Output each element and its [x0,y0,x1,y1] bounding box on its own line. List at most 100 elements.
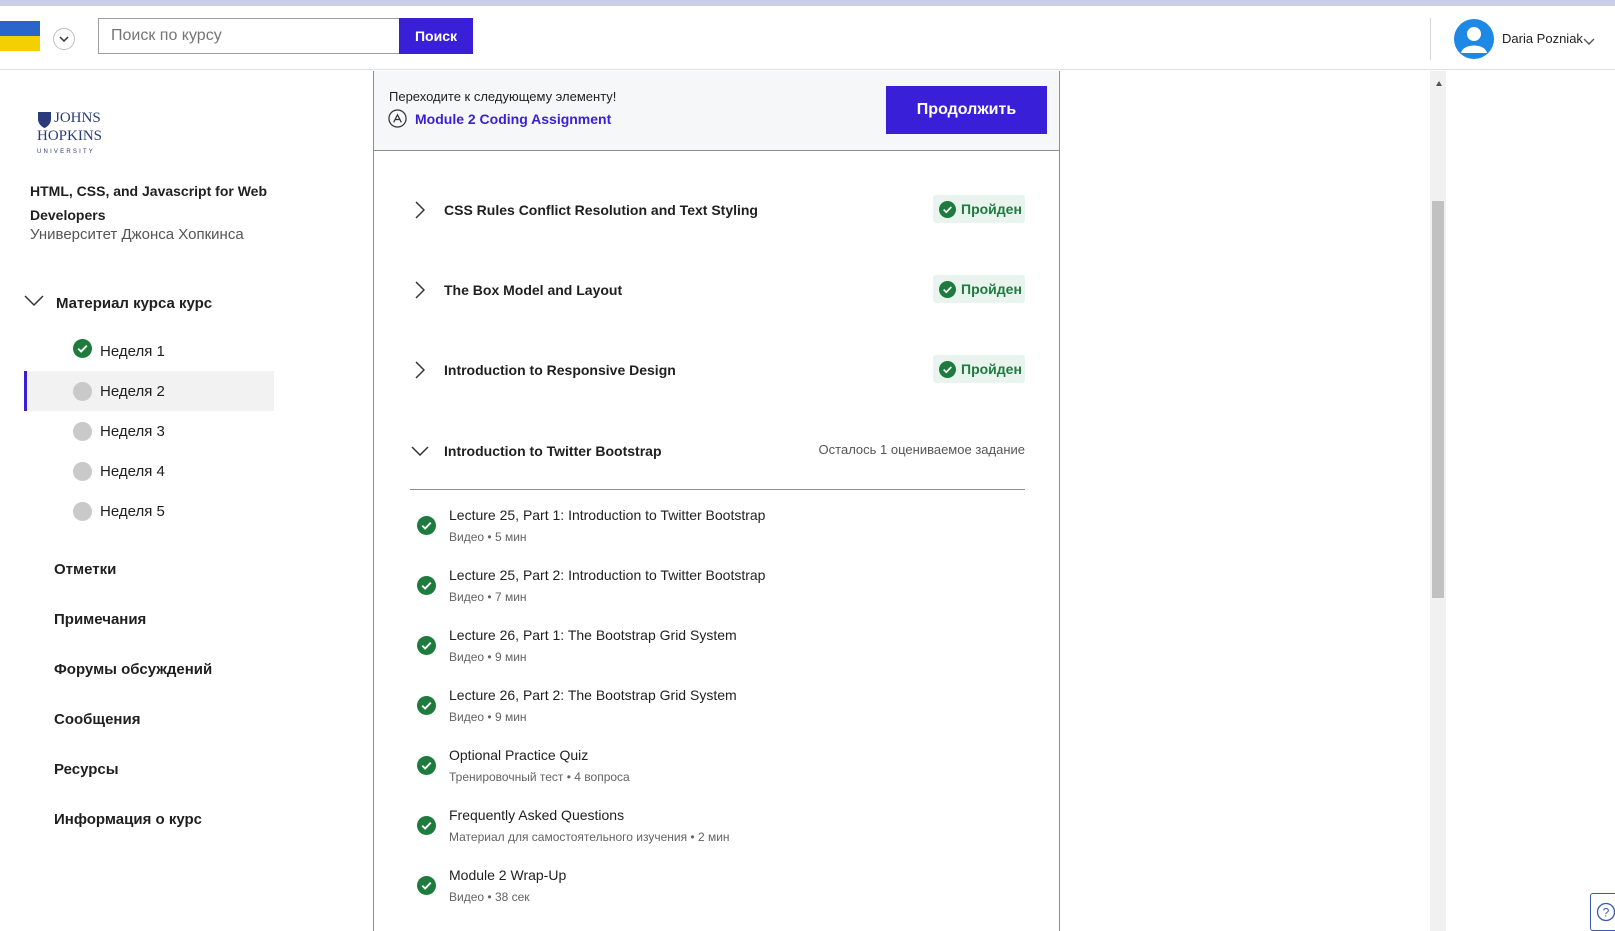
item-meta: Видео • 38 сек [449,890,530,904]
svg-text:HOPKINS: HOPKINS [37,128,102,144]
chevron-right-icon [410,200,430,220]
list-item[interactable]: Lecture 25, Part 1: Introduction to Twit… [417,507,1017,553]
next-item-prompt: Переходите к следующему элементу! [389,89,617,104]
item-meta: Материал для самостоятельного изучения •… [449,830,730,844]
sidebar-item-course-info[interactable]: Информация о курс [54,794,304,844]
pending-circle-icon [73,461,92,481]
status-badge: Пройден [933,195,1025,223]
check-circle-icon [417,876,436,895]
status-label: Пройден [961,281,1022,297]
check-circle-icon [417,636,436,655]
list-item[interactable]: Optional Practice Quiz Тренировочный тес… [417,747,1017,793]
sidebar-item-resources[interactable]: Ресурсы [54,744,304,794]
next-item-banner: Переходите к следующему элементу! Module… [374,71,1059,151]
course-organization: Университет Джонса Хопкинса [30,226,244,243]
continue-button[interactable]: Продолжить [886,86,1047,134]
pending-circle-icon [73,421,92,441]
user-name[interactable]: Daria Pozniak [1502,31,1583,46]
item-meta: Видео • 5 мин [449,530,527,544]
remaining-assignments: Осталось 1 оцениваемое задание [818,442,1025,457]
sidebar-item-notes[interactable]: Примечания [54,594,304,644]
chevron-down-icon[interactable] [1583,33,1595,51]
item-title: Optional Practice Quiz [449,747,589,763]
week-list: Неделя 1 Неделя 2 Неделя 3 Неделя 4 Неде… [24,331,274,531]
lesson-title: CSS Rules Conflict Resolution and Text S… [444,202,758,218]
check-circle-icon [417,696,436,715]
divider [410,489,1025,490]
item-title: Lecture 25, Part 1: Introduction to Twit… [449,507,766,523]
status-badge: Пройден [933,355,1025,383]
sidebar-item-messages[interactable]: Сообщения [54,694,304,744]
item-title: Lecture 26, Part 2: The Bootstrap Grid S… [449,687,737,703]
pending-circle-icon [73,381,92,401]
week-label: Неделя 2 [100,382,165,400]
help-button[interactable]: ? [1590,893,1615,931]
lesson-header[interactable]: Introduction to Responsive Design Пройде… [410,350,1025,390]
item-title: Lecture 25, Part 2: Introduction to Twit… [449,567,766,583]
next-item-link[interactable]: Module 2 Coding Assignment [415,111,611,127]
item-title: Module 2 Wrap-Up [449,867,567,883]
check-circle-icon [417,816,436,835]
chevron-right-icon [410,280,430,300]
list-item[interactable]: Lecture 26, Part 1: The Bootstrap Grid S… [417,627,1017,673]
sidebar-item-week-5[interactable]: Неделя 5 [24,491,274,531]
check-circle-icon [73,339,92,363]
search-input[interactable] [98,18,399,54]
header-divider [1430,18,1431,60]
week-label: Неделя 5 [100,502,165,520]
item-meta: Видео • 9 мин [449,710,527,724]
check-circle-icon [939,280,956,298]
lesson-title: Introduction to Twitter Bootstrap [444,443,662,459]
item-title: Frequently Asked Questions [449,807,625,823]
list-item[interactable]: Module 2 Wrap-Up Видео • 38 сек [417,867,1017,913]
check-circle-icon [939,200,956,218]
lesson-header[interactable]: The Box Model and Layout Пройден [410,270,1025,310]
ukraine-flag-icon[interactable] [0,21,40,51]
svg-text:UNIVERSITY: UNIVERSITY [37,149,95,155]
list-item[interactable]: Frequently Asked Questions Материал для … [417,807,1017,853]
svg-text:?: ? [1603,906,1610,920]
lesson-header[interactable]: Introduction to Twitter Bootstrap Остало… [410,431,1025,471]
week-content: Переходите к следующему элементу! Module… [373,71,1060,931]
sidebar-item-week-3[interactable]: Неделя 3 [24,411,274,451]
check-circle-icon [417,516,436,535]
list-item[interactable]: Lecture 25, Part 2: Introduction to Twit… [417,567,1017,613]
sidebar-item-forums[interactable]: Форумы обсуждений [54,644,304,694]
scrollbar-thumb[interactable] [1432,201,1444,598]
check-circle-icon [939,360,956,378]
top-header: Поиск Daria Pozniak [0,6,1615,70]
course-material-toggle[interactable]: Материал курса курс [24,289,274,317]
scroll-up-arrow-icon[interactable] [1436,73,1442,91]
course-sidebar: JOHNS HOPKINS UNIVERSITY HTML, CSS, and … [0,71,372,931]
status-badge: Пройден [933,275,1025,303]
item-title: Lecture 26, Part 1: The Bootstrap Grid S… [449,627,737,643]
sidebar-item-week-2[interactable]: Неделя 2 [24,371,274,411]
sidebar-item-grades[interactable]: Отметки [54,544,304,594]
svg-text:JOHNS: JOHNS [54,110,101,126]
item-meta: Тренировочный тест • 4 вопроса [449,770,630,784]
chevron-down-icon [410,441,430,461]
sidebar-nav: Отметки Примечания Форумы обсуждений Соо… [54,544,304,844]
sidebar-item-week-1[interactable]: Неделя 1 [24,331,274,371]
lesson-title: The Box Model and Layout [444,282,623,298]
item-meta: Видео • 7 мин [449,590,527,604]
chevron-down-icon[interactable] [53,28,75,50]
chevron-down-icon [24,294,44,312]
lesson-header[interactable]: CSS Rules Conflict Resolution and Text S… [410,190,1025,230]
search-button[interactable]: Поиск [399,18,473,54]
chevron-right-icon [410,360,430,380]
university-logo[interactable]: JOHNS HOPKINS UNIVERSITY [36,108,116,156]
course-title[interactable]: HTML, CSS, and Javascript for Web Develo… [30,179,300,227]
lesson-title: Introduction to Responsive Design [444,362,676,378]
status-label: Пройден [961,361,1022,377]
avatar-icon[interactable] [1454,19,1494,59]
check-circle-icon [417,756,436,775]
help-icon: ? [1596,902,1615,922]
list-item[interactable]: Lecture 26, Part 2: The Bootstrap Grid S… [417,687,1017,733]
item-meta: Видео • 9 мин [449,650,527,664]
week-label: Неделя 4 [100,462,165,480]
status-label: Пройден [961,201,1022,217]
course-material-label: Материал курса курс [56,294,213,312]
sidebar-item-week-4[interactable]: Неделя 4 [24,451,274,491]
assignment-icon [388,109,407,128]
